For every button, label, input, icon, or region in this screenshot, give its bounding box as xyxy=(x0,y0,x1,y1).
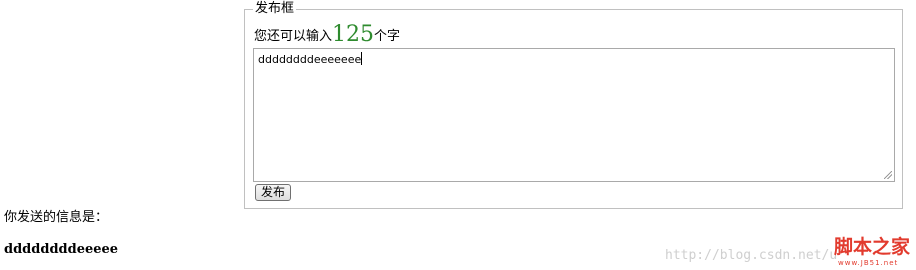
site-logo: 脚本之家 www.JB51.net xyxy=(834,236,914,268)
publish-button[interactable]: 发布 xyxy=(255,184,292,201)
message-textarea[interactable]: ddddddddeeeeeee xyxy=(253,48,895,182)
counter-prefix: 您还可以输入 xyxy=(254,29,333,44)
fieldset-legend: 发布框 xyxy=(253,1,297,17)
logo-text: 脚本之家 xyxy=(834,236,911,258)
page: 发布框 您还可以输入125个字 ddddddddeeeeeee 发布 你发送的信… xyxy=(0,0,916,270)
counter-suffix: 个字 xyxy=(374,29,401,44)
textarea-value: ddddddddeeeeeee xyxy=(258,53,362,66)
sent-message-text: ddddddddeeeee xyxy=(4,242,119,257)
remaining-count: 125 xyxy=(332,22,375,47)
publish-fieldset: 发布框 您还可以输入125个字 ddddddddeeeeeee 发布 xyxy=(244,1,903,209)
text-caret xyxy=(361,52,363,65)
sent-message-label: 你发送的信息是： xyxy=(4,210,109,225)
char-counter: 您还可以输入125个字 xyxy=(254,22,400,50)
logo-subtext: www.JB51.net xyxy=(838,259,899,267)
textarea-content: ddddddddeeeeeee xyxy=(258,52,363,67)
resize-grip-icon[interactable] xyxy=(884,171,892,179)
watermark-url: http://blog.csdn.net/u xyxy=(665,248,838,263)
